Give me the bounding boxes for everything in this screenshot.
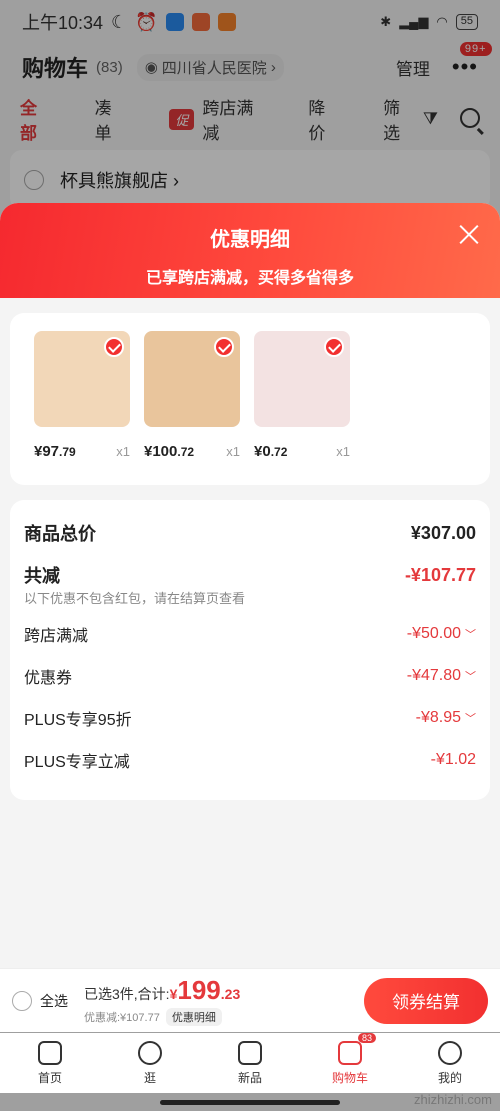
price-breakdown: 商品总价 ¥307.00 共减 -¥107.77 以下优惠不包含红包，请在结算页… (10, 500, 490, 800)
product-card[interactable]: ¥0 .72 x1 (254, 331, 350, 460)
checkout-summary: 已选3件,合计: ¥ 199 .23 优惠减:¥107.77 优惠明细 (84, 975, 240, 1026)
sheet-subtitle: 已享跨店满减，买得多省得多 (145, 270, 354, 287)
nav-new[interactable]: 新品 (200, 1033, 300, 1093)
total-value: ¥307.00 (410, 522, 476, 543)
checked-icon (324, 337, 344, 357)
discount-value: -¥50.00 (406, 625, 461, 642)
reduce-note: 以下优惠不包含红包，请在结算页查看 (24, 591, 246, 606)
product-price-cents: .72 (270, 445, 288, 459)
total-amount-cents: .23 (220, 986, 241, 1002)
product-card[interactable]: ¥100 .72 x1 (144, 331, 240, 460)
sheet-title: 优惠明细 (210, 229, 290, 251)
product-list: ¥97 .79 x1 ¥100 .72 x1 ¥0 .72 x1 (10, 313, 490, 485)
nav-home[interactable]: 首页 (0, 1033, 100, 1093)
watermark: zhizhizhi.com (413, 1092, 492, 1107)
nav-label: 购物车 (331, 1070, 368, 1085)
home-icon (38, 1040, 62, 1065)
currency-symbol: ¥ (169, 986, 178, 1002)
discount-row[interactable]: 优惠券 -¥47.80 ﹀ (24, 655, 476, 697)
checked-icon (104, 337, 124, 357)
discount-value: -¥1.02 (430, 751, 476, 768)
discount-label: PLUS专享95折 (24, 712, 132, 729)
product-qty: x1 (116, 444, 130, 459)
checked-icon (214, 337, 234, 357)
product-price: ¥100 (144, 443, 178, 460)
product-price-cents: .79 (59, 445, 76, 459)
select-all-label[interactable]: 全选 (40, 991, 68, 1011)
discount-value: -¥8.95 (415, 709, 461, 726)
discount-summary: 优惠减:¥107.77 (84, 1012, 160, 1024)
product-price-cents: .72 (177, 445, 195, 459)
reduce-label: 共减 (24, 566, 60, 586)
cart-icon: 83 (338, 1032, 376, 1065)
cart-badge: 83 (357, 1032, 376, 1043)
product-price: ¥0 (254, 443, 271, 460)
browse-icon (138, 1040, 162, 1065)
product-card[interactable]: ¥97 .79 x1 (34, 331, 130, 460)
discount-row: PLUS专享立减 -¥1.02 (24, 739, 476, 781)
home-indicator (160, 1100, 340, 1105)
user-icon (438, 1040, 462, 1065)
nav-me[interactable]: 我的 (400, 1033, 500, 1093)
checkout-button[interactable]: 领券结算 (364, 977, 488, 1024)
nav-label: 首页 (37, 1070, 62, 1085)
total-row: 商品总价 ¥307.00 (24, 512, 476, 554)
discount-detail-button[interactable]: 优惠明细 (165, 1008, 222, 1026)
discount-label: 跨店满减 (24, 628, 89, 645)
close-icon[interactable] (458, 223, 480, 245)
product-qty: x1 (336, 444, 350, 459)
product-image (34, 331, 130, 427)
box-icon (238, 1040, 262, 1065)
nav-label: 新品 (237, 1070, 262, 1085)
reduce-value: -¥107.77 (404, 564, 476, 585)
nav-browse[interactable]: 逛 (100, 1033, 200, 1093)
discount-label: 优惠券 (24, 670, 73, 687)
sheet-header: 优惠明细 已享跨店满减，买得多省得多 (0, 203, 500, 298)
product-price: ¥97 (34, 443, 60, 460)
select-all-radio[interactable] (12, 990, 32, 1011)
product-image (144, 331, 240, 427)
nav-label: 我的 (437, 1070, 462, 1085)
total-label: 商品总价 (24, 524, 96, 544)
discount-row[interactable]: 跨店满减 -¥50.00 ﹀ (24, 613, 476, 655)
nav-label: 逛 (143, 1070, 156, 1085)
chevron-down-icon: ﹀ (465, 629, 476, 641)
discount-label: PLUS专享立减 (24, 754, 130, 771)
discount-row[interactable]: PLUS专享95折 -¥8.95 ﹀ (24, 697, 476, 739)
bottom-nav: 首页 逛 新品 83 购物车 我的 (0, 1032, 500, 1093)
summary-prefix: 已选3件,合计: (84, 986, 170, 1002)
product-qty: x1 (226, 444, 240, 459)
discount-value: -¥47.80 (406, 667, 461, 684)
checkout-bar: 全选 已选3件,合计: ¥ 199 .23 优惠减:¥107.77 优惠明细 领… (0, 968, 500, 1032)
total-amount: 199 (177, 975, 221, 1005)
discount-detail-sheet: 优惠明细 已享跨店满减，买得多省得多 ¥97 .79 x1 ¥100 .72 x… (0, 203, 500, 968)
product-image (254, 331, 350, 427)
chevron-down-icon: ﹀ (465, 671, 476, 683)
nav-cart[interactable]: 83 购物车 (300, 1032, 400, 1093)
chevron-down-icon: ﹀ (465, 713, 476, 725)
